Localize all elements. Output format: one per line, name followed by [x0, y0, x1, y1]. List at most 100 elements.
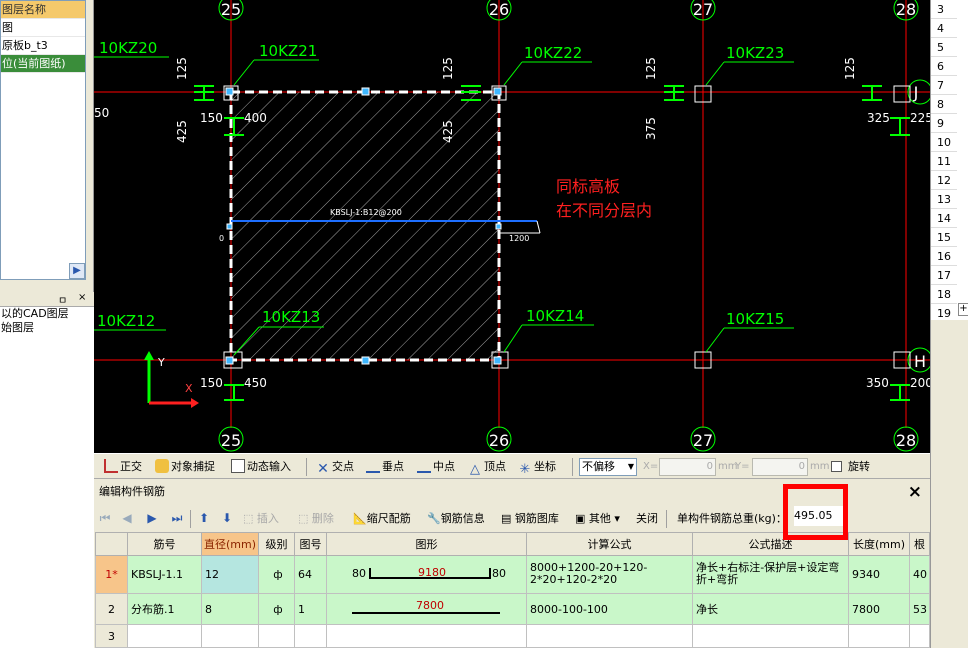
- next-record-icon[interactable]: ▶: [145, 511, 159, 525]
- snap-intersection[interactable]: ✕ 交点: [316, 457, 354, 477]
- osnap-toggle[interactable]: 对象捕捉: [155, 457, 215, 477]
- close-icon[interactable]: ×: [908, 480, 922, 504]
- cell-description[interactable]: 净长: [692, 592, 849, 626]
- cell-figure[interactable]: 64: [294, 554, 327, 594]
- svg-text:80: 80: [492, 567, 506, 580]
- row-number[interactable]: 18: [931, 285, 957, 304]
- cell-name[interactable]: 分布筋.1: [127, 592, 202, 626]
- cell-name[interactable]: [127, 624, 202, 648]
- row-number[interactable]: 10: [931, 133, 957, 152]
- cell-diameter[interactable]: 12: [201, 554, 259, 594]
- cell-grade[interactable]: ф: [258, 554, 295, 594]
- scale-rebar-button[interactable]: 📐缩尺配筋: [353, 510, 411, 528]
- cell-diameter[interactable]: 8: [201, 592, 259, 626]
- cell-grade[interactable]: [258, 624, 295, 648]
- cell-count[interactable]: 53: [909, 592, 930, 626]
- row-number[interactable]: 12: [931, 171, 957, 190]
- row-number[interactable]: 6: [931, 57, 957, 76]
- row-number[interactable]: 16: [931, 247, 957, 266]
- rebar-info-button[interactable]: 🔧钢筋信息: [427, 510, 485, 528]
- x-input[interactable]: 0: [659, 458, 716, 476]
- table-row[interactable]: 1* KBSLJ-1.1 12 ф 64 80 9180 80 8000+120…: [95, 554, 930, 594]
- table-row[interactable]: 3: [95, 624, 930, 648]
- cad-layer-item[interactable]: 始图层: [0, 321, 94, 335]
- cell-length[interactable]: [848, 624, 910, 648]
- row-number[interactable]: 15: [931, 228, 957, 247]
- pin-icon[interactable]: ㅁ: [58, 292, 67, 307]
- last-record-icon[interactable]: ⏭: [170, 511, 184, 525]
- cell-count[interactable]: 40: [909, 554, 930, 594]
- cell-name[interactable]: KBSLJ-1.1: [127, 554, 202, 594]
- row-number[interactable]: 3: [95, 624, 128, 648]
- row-number[interactable]: 2: [95, 592, 128, 626]
- dynamic-input-toggle[interactable]: 动态输入: [231, 457, 291, 477]
- insert-button[interactable]: ⬚ 插入: [243, 510, 279, 528]
- snap-coordinate[interactable]: ✳ 坐标: [518, 457, 556, 477]
- cell-shape[interactable]: 7800: [326, 592, 527, 626]
- row-number[interactable]: 7: [931, 76, 957, 95]
- previous-record-icon[interactable]: ◀: [120, 511, 134, 525]
- offset-mode-select[interactable]: 不偏移 ▼: [579, 458, 637, 476]
- delete-button[interactable]: ⬚ 删除: [298, 510, 334, 528]
- cell-description[interactable]: 净长+右标注-保护层+设定弯折+弯折: [692, 554, 849, 594]
- cell-diameter[interactable]: [201, 624, 259, 648]
- rotate-checkbox[interactable]: [831, 461, 842, 472]
- cell-formula[interactable]: [526, 624, 693, 648]
- other-menu-button[interactable]: ▣ 其他 ▾: [575, 510, 620, 528]
- cell-length[interactable]: 9340: [848, 554, 910, 594]
- row-number[interactable]: 8: [931, 95, 957, 114]
- column-header[interactable]: 长度(mm): [848, 532, 910, 556]
- column-header-selected[interactable]: 直径(mm): [201, 532, 259, 556]
- row-number[interactable]: 9: [931, 114, 957, 133]
- dim-text: 375: [644, 117, 658, 140]
- cell-length[interactable]: 7800: [848, 592, 910, 626]
- row-number[interactable]: 17: [931, 266, 957, 285]
- snap-midpoint[interactable]: 中点: [417, 457, 455, 477]
- cell-shape[interactable]: [326, 624, 527, 648]
- drawing-canvas[interactable]: 25 26 27 28 25 26 27 28 J H 10KZ20 10KZ2…: [94, 0, 930, 453]
- cell-description[interactable]: [692, 624, 849, 648]
- ortho-toggle[interactable]: 正交: [104, 457, 142, 477]
- column-header[interactable]: 根: [909, 532, 930, 556]
- cell-figure[interactable]: 1: [294, 592, 327, 626]
- expand-icon[interactable]: +: [958, 303, 968, 316]
- cell-formula[interactable]: 8000-100-100: [526, 592, 693, 626]
- close-button[interactable]: 关闭: [636, 510, 658, 528]
- layer-item[interactable]: 图: [1, 19, 85, 37]
- y-input[interactable]: 0: [752, 458, 808, 476]
- column-header[interactable]: 图号: [294, 532, 327, 556]
- scroll-right-icon[interactable]: ▶: [69, 263, 85, 279]
- cad-layer-item[interactable]: 以的CAD图层: [0, 307, 94, 321]
- close-icon[interactable]: ×: [78, 292, 86, 303]
- layer-item-current[interactable]: 位(当前图纸): [1, 55, 85, 73]
- cell-formula[interactable]: 8000+1200-20+120-2*20+120-2*20: [526, 554, 693, 594]
- column-header[interactable]: 计算公式: [526, 532, 693, 556]
- cell-shape[interactable]: 80 9180 80: [326, 554, 527, 594]
- row-number[interactable]: 5: [931, 38, 957, 57]
- cell-figure[interactable]: [294, 624, 327, 648]
- row-number[interactable]: 1*: [95, 554, 128, 594]
- row-number[interactable]: 13: [931, 190, 957, 209]
- move-up-icon[interactable]: ⬆: [197, 511, 211, 525]
- snap-perpendicular[interactable]: 垂点: [366, 457, 404, 477]
- highlight-box: [783, 484, 848, 540]
- row-number[interactable]: 3: [931, 0, 957, 19]
- row-number[interactable]: 14: [931, 209, 957, 228]
- first-record-icon[interactable]: ⏮: [98, 511, 112, 525]
- cell-count[interactable]: [909, 624, 930, 648]
- layer-item[interactable]: 原板b_t3: [1, 37, 85, 55]
- column-header[interactable]: 级别: [258, 532, 295, 556]
- column-header[interactable]: 筋号: [127, 532, 202, 556]
- rebar-label: KBSLJ-1:B12@200: [330, 208, 402, 217]
- left-panel: 图层名称 图 原板b_t3 位(当前图纸) ▶ ㅁ × 以的CAD图层 始图层: [0, 0, 94, 648]
- chevron-down-icon: ▼: [627, 462, 634, 471]
- table-row[interactable]: 2 分布筋.1 8 ф 1 7800 8000-100-100 净长 7800 …: [95, 592, 930, 626]
- row-number[interactable]: 11: [931, 152, 957, 171]
- cell-grade[interactable]: ф: [258, 592, 295, 626]
- row-number[interactable]: 4: [931, 19, 957, 38]
- rebar-library-button[interactable]: ▤ 钢筋图库: [501, 510, 559, 528]
- column-header[interactable]: 图形: [326, 532, 527, 556]
- move-down-icon[interactable]: ⬇: [220, 511, 234, 525]
- snap-vertex[interactable]: △ 顶点: [468, 457, 506, 477]
- axis-label-bottom: 27: [693, 431, 713, 450]
